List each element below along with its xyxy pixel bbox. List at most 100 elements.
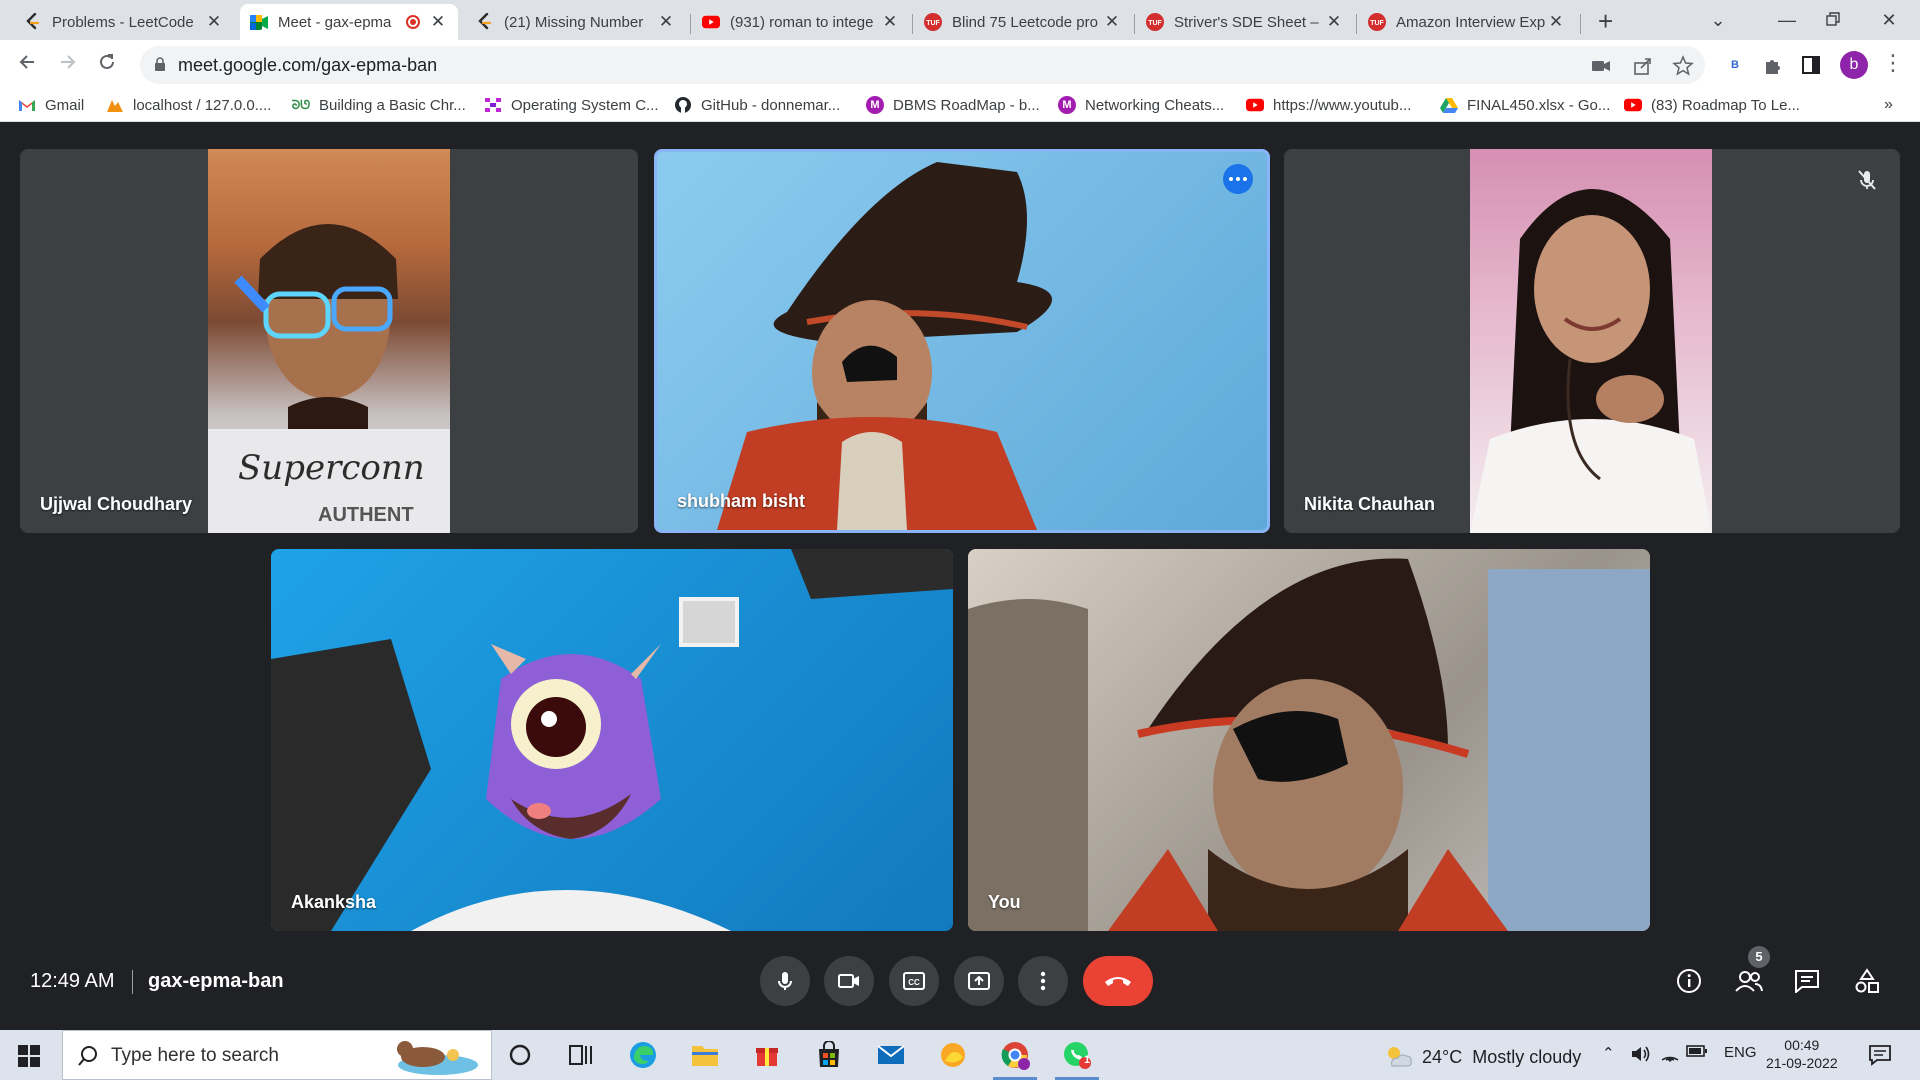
bookmark-roadmap-youtube[interactable]: (83) Roadmap To Le... — [1624, 96, 1800, 114]
notification-center-icon[interactable] — [1868, 1044, 1892, 1066]
camera-button[interactable] — [824, 956, 874, 1006]
gift-app-icon[interactable] — [751, 1039, 783, 1071]
mic-icon — [778, 972, 792, 990]
participant-tile[interactable]: Superconn AUTHENT Ujjwal Choudhary — [20, 149, 638, 533]
participant-tile[interactable]: Akanksha — [271, 549, 953, 931]
reload-button[interactable] — [93, 52, 121, 80]
youtube-icon — [702, 13, 720, 31]
bookmark-dbms-roadmap[interactable]: M DBMS RoadMap - b... — [866, 96, 1040, 114]
weather-widget[interactable]: 24°C Mostly cloudy — [1384, 1044, 1581, 1070]
browser-toolbar: meet.google.com/gax-epma-ban B b ⋮ — [0, 40, 1920, 90]
meeting-details-button[interactable] — [1674, 966, 1704, 996]
volume-icon[interactable] — [1630, 1044, 1652, 1068]
windows-start-icon[interactable] — [18, 1045, 40, 1067]
bookmark-github[interactable]: GitHub - donnemar... — [674, 96, 840, 114]
lock-icon — [155, 57, 165, 71]
taskbar-search-box[interactable]: Type here to search — [62, 1030, 492, 1080]
tab-strivers-sheet[interactable]: TUF Striver's SDE Sheet – ✕ — [1136, 4, 1354, 40]
bookmarks-bar: Gmail localhost / 127.0.0.... ᘐᘎ Buildin… — [0, 90, 1920, 122]
arrow-right-icon — [61, 55, 76, 69]
wifi-icon[interactable] — [1660, 1044, 1680, 1066]
tab-blind75[interactable]: TUF Blind 75 Leetcode pro ✕ — [914, 4, 1132, 40]
pirate-hat-filter-icon — [968, 558, 1650, 931]
new-tab-button[interactable]: + — [1598, 6, 1613, 37]
more-options-button[interactable] — [1018, 956, 1068, 1006]
grid-icon — [484, 96, 502, 114]
bookmark-gfg[interactable]: ᘐᘎ Building a Basic Chr... — [292, 96, 466, 114]
bookmark-localhost[interactable]: localhost / 127.0.0.... — [106, 96, 271, 114]
captions-button[interactable]: CC — [889, 956, 939, 1006]
microphone-button[interactable] — [760, 956, 810, 1006]
close-tab-icon[interactable]: ✕ — [880, 12, 900, 32]
microsoft-store-icon[interactable] — [813, 1039, 845, 1071]
participant-name: You — [988, 892, 1021, 912]
address-bar[interactable]: meet.google.com/gax-epma-ban — [140, 46, 1705, 84]
bookmark-label: https://www.youtub... — [1273, 96, 1412, 114]
divider — [132, 970, 133, 994]
side-panel-icon[interactable] — [1800, 54, 1822, 76]
bookmark-star-icon[interactable] — [1672, 55, 1694, 77]
extensions-puzzle-icon[interactable] — [1762, 54, 1784, 76]
browser-menu-icon[interactable]: ⋮ — [1882, 52, 1904, 76]
close-tab-icon[interactable]: ✕ — [1324, 12, 1344, 32]
bookmark-networking[interactable]: M Networking Cheats... — [1058, 96, 1224, 114]
more-bookmarks-chevron-icon[interactable]: » — [1884, 96, 1893, 114]
file-explorer-icon[interactable] — [689, 1039, 721, 1071]
close-window-button[interactable]: ✕ — [1866, 4, 1912, 36]
tab-amazon-interview[interactable]: TUF Amazon Interview Exp ✕ — [1358, 4, 1576, 40]
tab-search-chevron-icon[interactable]: ⌄ — [1695, 4, 1741, 36]
bookmark-final450[interactable]: FINAL450.xlsx - Go... — [1440, 96, 1610, 114]
present-screen-button[interactable] — [954, 956, 1004, 1006]
forward-button[interactable] — [53, 52, 81, 80]
camera-in-use-icon[interactable] — [1590, 55, 1612, 77]
url-text: meet.google.com/gax-epma-ban — [178, 55, 438, 75]
chrome-icon[interactable] — [993, 1039, 1037, 1080]
meet-stage: Superconn AUTHENT Ujjwal Choudhary shubh… — [0, 122, 1920, 1030]
tab-youtube-roman[interactable]: (931) roman to intege ✕ — [692, 4, 910, 40]
people-button[interactable] — [1734, 966, 1764, 996]
chat-button[interactable] — [1792, 966, 1822, 996]
close-tab-icon[interactable]: ✕ — [428, 12, 448, 32]
tab-separator — [1134, 14, 1135, 34]
meeting-code: gax-epma-ban — [148, 970, 284, 992]
svg-text:CC: CC — [908, 978, 920, 987]
close-tab-icon[interactable]: ✕ — [1102, 12, 1122, 32]
taskbar-clock[interactable]: 00:49 21-09-2022 — [1766, 1036, 1838, 1072]
tab-google-meet[interactable]: Meet - gax-epma ✕ — [240, 4, 458, 40]
more-options-icon[interactable] — [1223, 164, 1253, 194]
tab-leetcode-problems[interactable]: Problems - LeetCode ✕ — [14, 4, 234, 40]
back-button[interactable] — [14, 52, 42, 80]
profile-avatar[interactable]: b — [1840, 51, 1868, 79]
self-view-tile[interactable]: You — [968, 549, 1650, 931]
whatsapp-icon[interactable]: 1 — [1055, 1039, 1099, 1080]
task-view-icon[interactable] — [565, 1039, 597, 1071]
battery-icon[interactable] — [1686, 1044, 1708, 1062]
leave-call-button[interactable] — [1083, 956, 1153, 1006]
show-hidden-icons-chevron-icon[interactable]: ⌃ — [1602, 1044, 1615, 1062]
youtube-icon — [1246, 96, 1264, 114]
tab-title: Problems - LeetCode — [52, 13, 194, 31]
mail-icon[interactable] — [875, 1039, 907, 1071]
info-icon — [1677, 969, 1701, 993]
close-tab-icon[interactable]: ✕ — [1546, 12, 1566, 32]
restore-button[interactable] — [1810, 4, 1856, 36]
tab-missing-number[interactable]: (21) Missing Number ✕ — [466, 4, 686, 40]
cortana-icon[interactable] — [504, 1039, 536, 1071]
extension-b-icon[interactable]: B — [1724, 54, 1746, 76]
bookmark-operating-system[interactable]: Operating System C... — [484, 96, 659, 114]
bookmark-gmail[interactable]: Gmail — [18, 96, 84, 114]
meeting-time: 12:49 AM — [30, 970, 115, 992]
close-tab-icon[interactable]: ✕ — [204, 12, 224, 32]
photos-app-icon[interactable] — [937, 1039, 969, 1071]
minimize-button[interactable]: — — [1764, 4, 1810, 36]
participant-tile-active-speaker[interactable]: shubham bisht — [654, 149, 1270, 533]
edge-browser-icon[interactable] — [627, 1039, 659, 1071]
bookmark-youtube[interactable]: https://www.youtub... — [1246, 96, 1411, 114]
bookmark-label: localhost / 127.0.0.... — [133, 96, 272, 114]
input-language[interactable]: ENG — [1724, 1044, 1757, 1061]
share-icon[interactable] — [1632, 55, 1654, 77]
gmail-icon — [18, 96, 36, 114]
close-tab-icon[interactable]: ✕ — [656, 12, 676, 32]
participant-tile[interactable]: Nikita Chauhan — [1284, 149, 1900, 533]
activities-button[interactable] — [1852, 966, 1882, 996]
